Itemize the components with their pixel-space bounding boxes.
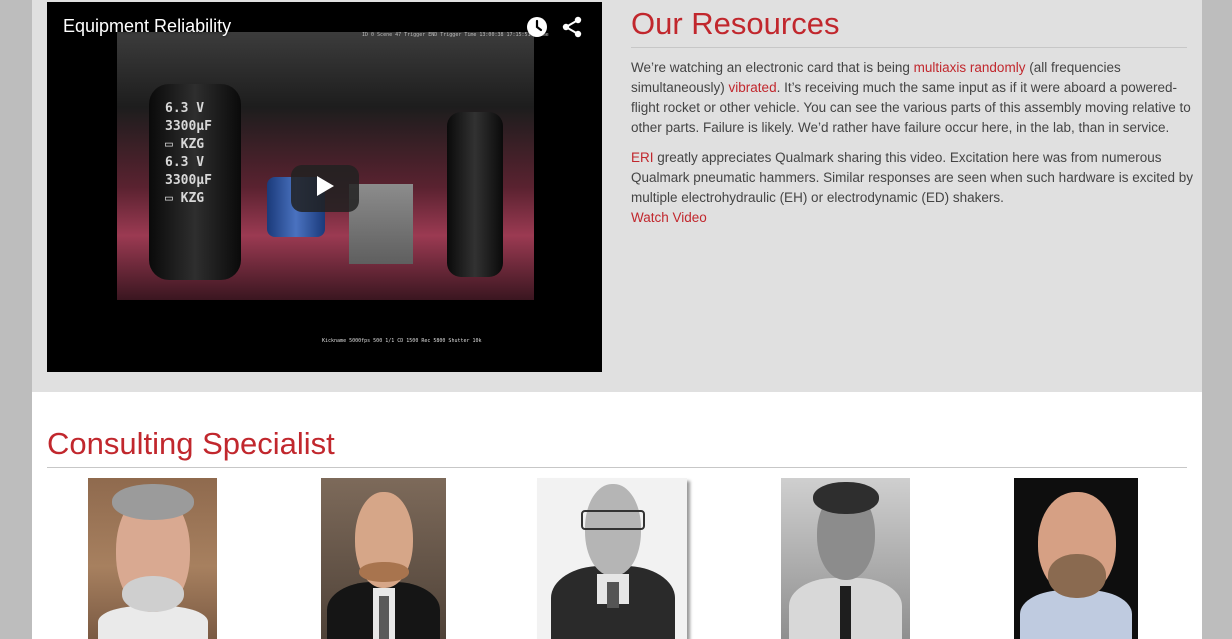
page-container: 6.3 V 3300µF ▭ KZG 6.3 V 3300µF ▭ KZG ID 0 Sc… bbox=[32, 0, 1202, 639]
consulting-divider bbox=[47, 467, 1187, 468]
video-player[interactable]: 6.3 V 3300µF ▭ KZG 6.3 V 3300µF ▭ KZG ID 0 Sc… bbox=[47, 2, 602, 372]
watch-video-link[interactable]: Watch Video bbox=[631, 210, 707, 225]
photo-glasses bbox=[581, 510, 645, 530]
eri-link[interactable]: ERI bbox=[631, 150, 654, 165]
description-paragraph-1: We’re watching an electronic card that i… bbox=[631, 58, 1201, 138]
specialist-photo-1[interactable] bbox=[88, 478, 217, 639]
text-segment: We’re watching an electronic card that i… bbox=[631, 60, 914, 75]
photo-face bbox=[585, 484, 641, 576]
capacitor-right bbox=[447, 112, 503, 277]
photo-hair bbox=[813, 482, 879, 514]
title-divider bbox=[631, 47, 1187, 48]
photo-beard bbox=[122, 576, 184, 612]
video-osd-bottom: Kickname 5000fps 500 1/1 CD 1500 Rec 580… bbox=[322, 338, 482, 344]
photo-hair bbox=[112, 484, 194, 520]
text-segment: greatly appreciates Qualmark sharing thi… bbox=[631, 150, 1193, 205]
clock-icon[interactable] bbox=[525, 15, 549, 39]
specialist-photo-3[interactable] bbox=[537, 478, 687, 639]
capacitor-marking: 6.3 V 3300µF ▭ KZG 6.3 V 3300µF ▭ KZG bbox=[165, 101, 212, 206]
photo-beard bbox=[1048, 554, 1106, 598]
vibrated-link[interactable]: vibrated bbox=[729, 80, 777, 95]
video-osd-top: ID 0 Scene 47 Trigger END Trigger Time 1… bbox=[362, 32, 549, 38]
photo-beard bbox=[359, 562, 409, 582]
description-paragraph-2: ERI greatly appreciates Qualmark sharing… bbox=[631, 148, 1201, 228]
specialist-photo-4[interactable] bbox=[781, 478, 910, 639]
play-icon bbox=[315, 175, 335, 202]
photo-tie bbox=[379, 596, 389, 639]
resources-description: We’re watching an electronic card that i… bbox=[631, 58, 1201, 238]
resources-title: Our Resources bbox=[631, 6, 840, 41]
consulting-section: Consulting Specialist bbox=[32, 392, 1202, 639]
photo-tie bbox=[607, 582, 619, 608]
consulting-title: Consulting Specialist bbox=[47, 426, 335, 461]
specialist-photo-2[interactable] bbox=[321, 478, 446, 639]
photo-tie bbox=[840, 586, 851, 639]
video-title[interactable]: Equipment Reliability bbox=[63, 16, 231, 37]
play-button[interactable] bbox=[291, 165, 359, 212]
share-icon[interactable] bbox=[560, 15, 584, 39]
resources-section: 6.3 V 3300µF ▭ KZG 6.3 V 3300µF ▭ KZG ID 0 Sc… bbox=[32, 0, 1202, 392]
specialist-photo-5[interactable] bbox=[1014, 478, 1138, 639]
multiaxis-randomly-link[interactable]: multiaxis randomly bbox=[914, 60, 1026, 75]
